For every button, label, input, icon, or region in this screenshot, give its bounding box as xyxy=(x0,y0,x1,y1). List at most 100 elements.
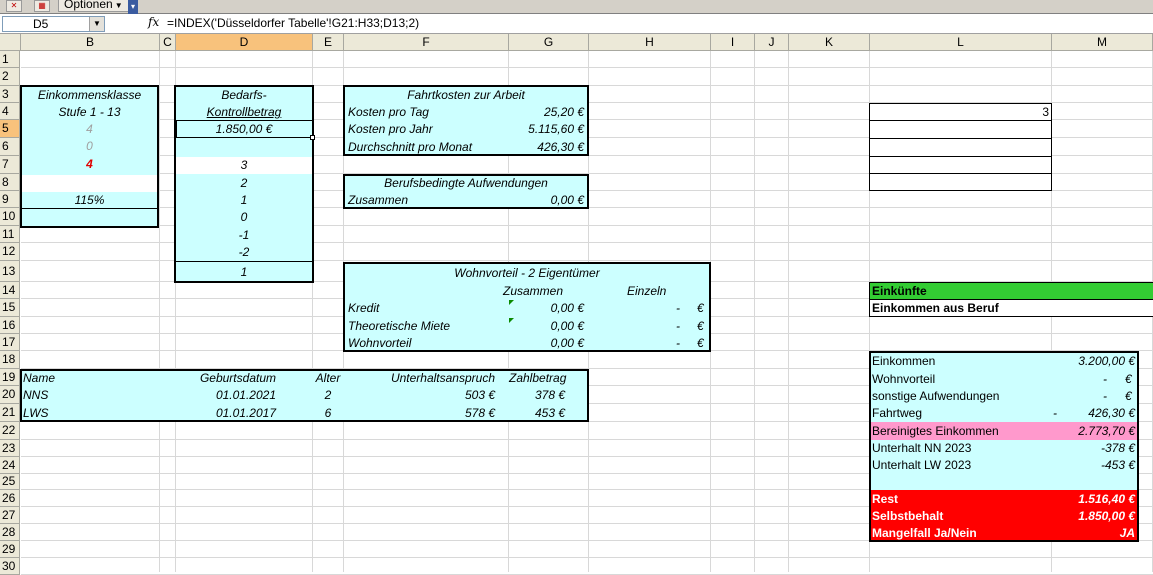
sonstige-value[interactable]: - xyxy=(1103,388,1107,404)
bedarf-divider xyxy=(176,261,312,262)
row-header-29[interactable]: 29 xyxy=(0,541,20,558)
selbstbehalt-value[interactable]: 1.850,00 € xyxy=(1010,508,1135,524)
bedarf-step-value[interactable]: 3 xyxy=(176,157,312,173)
column-header-m[interactable]: M xyxy=(1052,34,1153,51)
einkommen-value[interactable]: 3.200,00 € xyxy=(1010,353,1135,369)
row-header-20[interactable]: 20 xyxy=(0,386,20,404)
column-header-k[interactable]: K xyxy=(789,34,870,51)
row-header-3[interactable]: 3 xyxy=(0,86,20,103)
row-header-2[interactable]: 2 xyxy=(0,68,20,86)
children-cell[interactable]: 2 xyxy=(313,387,343,403)
row-header-22[interactable]: 22 xyxy=(0,422,20,440)
row-header-25[interactable]: 25 xyxy=(0,474,20,490)
wohnvorteil-row-single[interactable]: - xyxy=(676,300,680,316)
column-header-e[interactable]: E xyxy=(313,34,344,51)
bedarf-step-value[interactable]: 0 xyxy=(176,209,312,225)
column-header-j[interactable]: J xyxy=(755,34,789,51)
bedarf-subtitle: Kontrollbetrag xyxy=(206,105,282,119)
l-input-6[interactable] xyxy=(869,138,1052,157)
options-button[interactable]: Optionen ▼ xyxy=(58,0,129,12)
row-header-8[interactable]: 8 xyxy=(0,174,20,191)
income-class-value-5[interactable]: 4 xyxy=(22,121,157,137)
column-header-l[interactable]: L xyxy=(870,34,1052,51)
row-header-19[interactable]: 19 xyxy=(0,369,20,386)
fahrtkosten-value[interactable]: 5.115,60 € xyxy=(480,121,584,137)
bedarf-step-value[interactable]: -1 xyxy=(176,227,312,243)
wohnvorteil-row-total[interactable]: 0,00 € xyxy=(480,318,584,334)
children-cell[interactable]: 503 € xyxy=(355,387,495,403)
l-input-7[interactable] xyxy=(869,156,1052,174)
children-cell[interactable]: 578 € xyxy=(355,405,495,421)
row-header-4[interactable]: 4 xyxy=(0,103,20,120)
formula-input[interactable]: =INDEX('Düsseldorfer Tabelle'!G21:H33;D1… xyxy=(167,16,419,30)
bedarf-step-value[interactable]: 1 xyxy=(176,192,312,208)
unterhalt-nn-value[interactable]: -378 € xyxy=(1010,440,1135,456)
income-class-value-7[interactable]: 4 xyxy=(22,156,157,172)
column-header-b[interactable]: B xyxy=(21,34,160,51)
row-header-7[interactable]: 7 xyxy=(0,156,20,174)
bedarf-result[interactable]: 1 xyxy=(176,264,312,280)
row-header-15[interactable]: 15 xyxy=(0,299,20,317)
row-header-16[interactable]: 16 xyxy=(0,317,20,334)
row-header-28[interactable]: 28 xyxy=(0,524,20,541)
row-header-17[interactable]: 17 xyxy=(0,334,20,351)
row-header-11[interactable]: 11 xyxy=(0,226,20,243)
close-workbook-icon[interactable]: ✕ xyxy=(6,0,22,12)
children-cell[interactable]: 01.01.2017 xyxy=(176,405,276,421)
name-box-dropdown-icon[interactable]: ▼ xyxy=(89,17,104,31)
income-class-percent[interactable]: 115% xyxy=(22,192,157,208)
children-cell[interactable]: LWS xyxy=(23,405,173,421)
berufsbedingt-value[interactable]: 0,00 € xyxy=(480,192,584,208)
column-header-h[interactable]: H xyxy=(589,34,711,51)
wohnvorteil-row-total[interactable]: 0,00 € xyxy=(480,335,584,351)
bedarf-amount[interactable]: 1.850,00 € xyxy=(176,121,312,137)
row-header-26[interactable]: 26 xyxy=(0,490,20,507)
row-header-30[interactable]: 30 xyxy=(0,558,20,575)
row-header-21[interactable]: 21 xyxy=(0,404,20,422)
name-box[interactable]: D5 ▼ xyxy=(2,16,105,32)
row-header-23[interactable]: 23 xyxy=(0,440,20,457)
children-cell[interactable]: 378 € xyxy=(509,387,565,403)
children-cell[interactable]: 01.01.2021 xyxy=(176,387,276,403)
children-cell[interactable]: 453 € xyxy=(509,405,565,421)
bedarf-step-value[interactable]: -2 xyxy=(176,244,312,260)
rest-value[interactable]: 1.516,40 € xyxy=(1010,491,1135,507)
mangelfall-value[interactable]: JA xyxy=(1010,525,1135,541)
row-header-9[interactable]: 9 xyxy=(0,191,20,208)
unterhalt-lw-value[interactable]: -453 € xyxy=(1010,457,1135,473)
row-header-10[interactable]: 10 xyxy=(0,208,20,226)
wohnvorteil-row-total[interactable]: 0,00 € xyxy=(480,300,584,316)
fx-icon[interactable]: fx xyxy=(148,15,159,29)
row-header-1[interactable]: 1 xyxy=(0,51,20,68)
column-header-d[interactable]: D xyxy=(176,34,313,51)
column-header-g[interactable]: G xyxy=(509,34,589,51)
row-header-12[interactable]: 12 xyxy=(0,243,20,261)
bereinigt-value[interactable]: 2.773,70 € xyxy=(1010,423,1135,439)
row-header-14[interactable]: 14 xyxy=(0,282,20,299)
row-header-18[interactable]: 18 xyxy=(0,351,20,369)
row-header-24[interactable]: 24 xyxy=(0,457,20,474)
row-header-6[interactable]: 6 xyxy=(0,138,20,156)
income-class-value-6[interactable]: 0 xyxy=(22,138,157,154)
row-header-13[interactable]: 13 xyxy=(0,261,20,282)
children-cell[interactable]: NNS xyxy=(23,387,173,403)
toolbar-overflow-icon[interactable]: ▾ xyxy=(128,0,138,14)
children-cell[interactable]: 6 xyxy=(313,405,343,421)
bedarf-step-value[interactable]: 2 xyxy=(176,175,312,191)
row-header-27[interactable]: 27 xyxy=(0,507,20,524)
fahrtweg-value[interactable]: 426,30 € xyxy=(1010,405,1135,421)
workbook-options-icon[interactable]: ▦ xyxy=(34,0,50,12)
column-header-c[interactable]: C xyxy=(160,34,176,51)
l-input-value[interactable]: 3 xyxy=(872,104,1049,120)
fahrtkosten-value[interactable]: 426,30 € xyxy=(480,139,584,155)
row-header-5[interactable]: 5 xyxy=(0,120,20,138)
wohnvorteil-row-single[interactable]: - xyxy=(676,335,680,351)
wohnvorteil-value[interactable]: - xyxy=(1103,371,1107,387)
l-input-5[interactable] xyxy=(869,120,1052,139)
column-header-f[interactable]: F xyxy=(344,34,509,51)
select-all-corner[interactable] xyxy=(0,34,21,51)
fahrtkosten-value[interactable]: 25,20 € xyxy=(480,104,584,120)
column-header-i[interactable]: I xyxy=(711,34,755,51)
wohnvorteil-row-single[interactable]: - xyxy=(676,318,680,334)
l-input-8[interactable] xyxy=(869,173,1052,191)
